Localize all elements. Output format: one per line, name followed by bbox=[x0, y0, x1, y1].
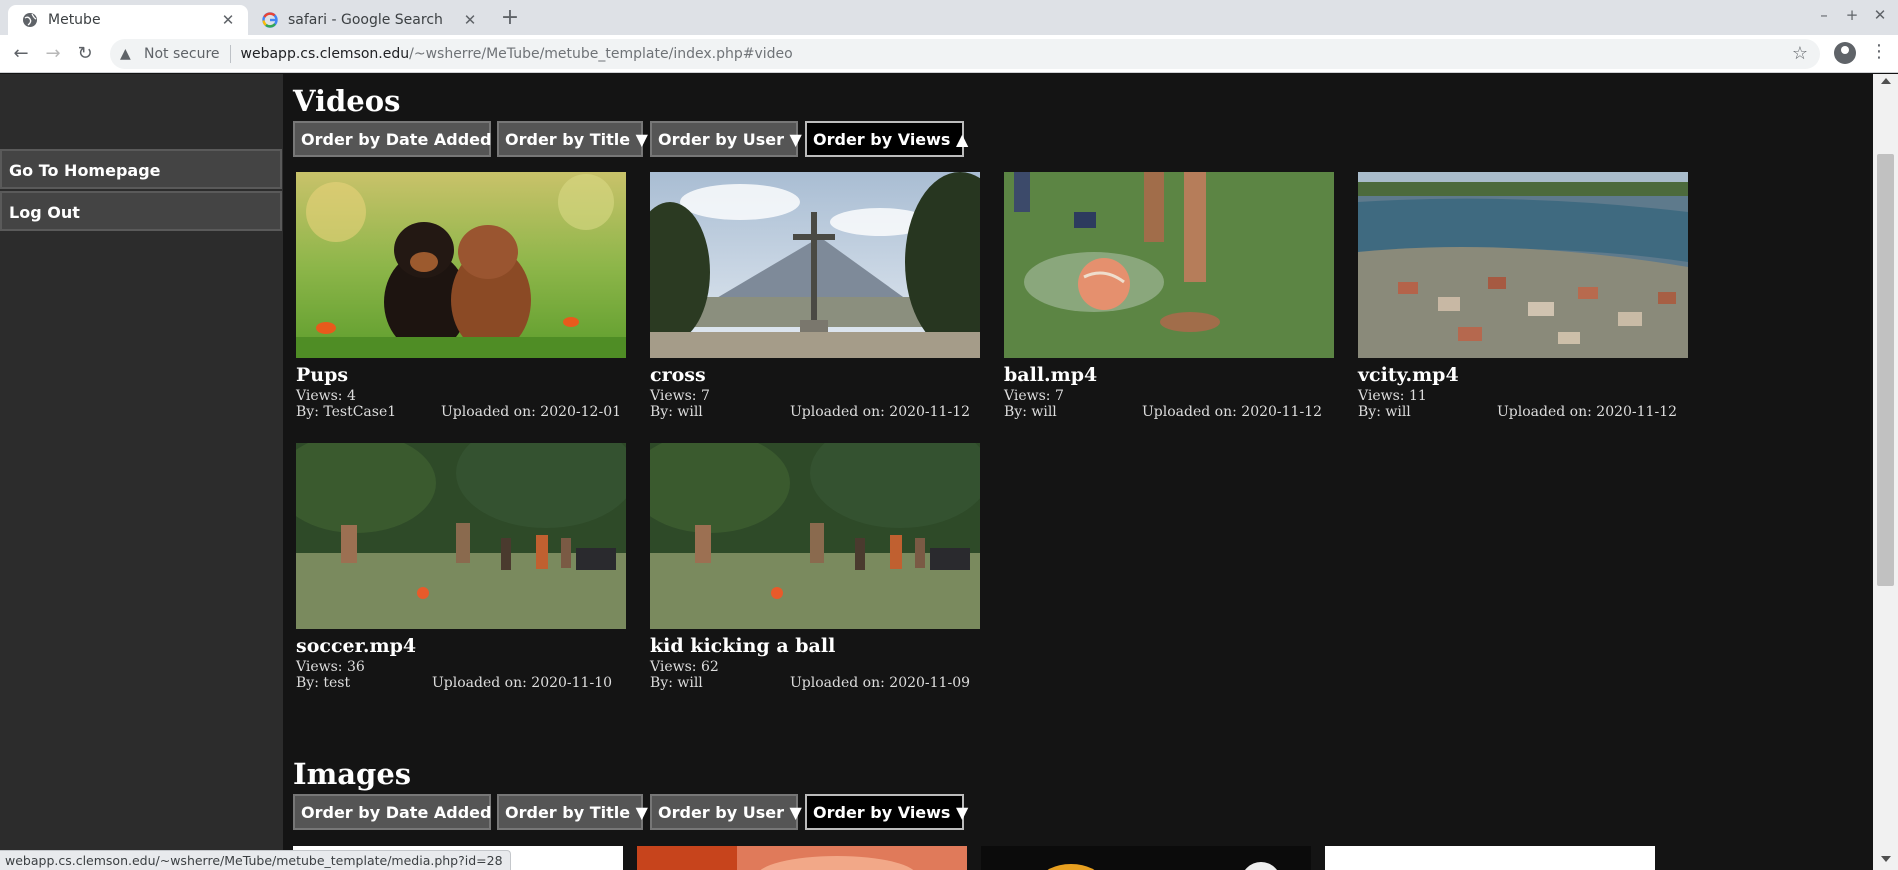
video-uploader: By: will bbox=[650, 675, 703, 691]
video-upload-date: Uploaded on: 2020-11-09 bbox=[790, 675, 971, 691]
video-thumbnail-puppies[interactable] bbox=[296, 172, 626, 358]
videos-heading: Videos bbox=[293, 84, 401, 118]
video-upload-date: Uploaded on: 2020-11-10 bbox=[432, 675, 613, 691]
video-upload-date: Uploaded on: 2020-11-12 bbox=[1142, 404, 1323, 420]
video-meta: By: will Uploaded on: 2020-11-09 bbox=[650, 675, 980, 693]
image-sort-date-button[interactable]: Order by Date Added ▼ bbox=[293, 794, 509, 830]
go-to-homepage-button[interactable]: Go To Homepage bbox=[0, 149, 282, 189]
window-close-icon[interactable]: ✕ bbox=[1868, 6, 1892, 24]
video-card[interactable]: ball.mp4 Views: 7 By: will Uploaded on: … bbox=[1004, 172, 1334, 422]
close-icon[interactable]: ✕ bbox=[218, 11, 238, 29]
tab-title: Metube bbox=[48, 12, 101, 28]
google-icon bbox=[262, 12, 278, 28]
warning-triangle-icon: ▲ bbox=[120, 46, 131, 62]
browser-tab-bar: Metube ✕ safari - Google Search ✕ + – + … bbox=[0, 0, 1898, 35]
video-meta: By: will Uploaded on: 2020-11-12 bbox=[1358, 404, 1688, 422]
video-uploader: By: will bbox=[650, 404, 703, 420]
profile-avatar-icon[interactable] bbox=[1834, 42, 1856, 64]
address-bar[interactable]: ▲ Not secure webapp.cs.clemson.edu /~wsh… bbox=[110, 39, 1820, 69]
video-uploader: By: test bbox=[296, 675, 351, 691]
log-out-button[interactable]: Log Out bbox=[0, 191, 282, 231]
close-icon[interactable]: ✕ bbox=[460, 11, 480, 29]
video-title[interactable]: kid kicking a ball bbox=[650, 635, 980, 657]
images-heading: Images bbox=[293, 757, 412, 791]
page-viewport: Go To Homepage Log Out Videos Order by D… bbox=[0, 74, 1898, 870]
video-uploader: By: will bbox=[1004, 404, 1057, 420]
scroll-down-arrow-icon[interactable] bbox=[1881, 856, 1891, 862]
video-views: Views: 7 bbox=[1004, 388, 1064, 404]
more-menu-icon[interactable]: ⋮ bbox=[1870, 41, 1888, 62]
status-bar-url: webapp.cs.clemson.edu/~wsherre/MeTube/me… bbox=[0, 850, 511, 870]
video-uploader: By: TestCase1 bbox=[296, 404, 397, 420]
video-thumbnail-city[interactable] bbox=[1358, 172, 1688, 358]
video-card[interactable]: soccer.mp4 Views: 36 By: test Uploaded o… bbox=[296, 443, 626, 693]
video-thumbnail-ball[interactable] bbox=[1004, 172, 1334, 358]
video-card[interactable]: vcity.mp4 Views: 11 By: will Uploaded on… bbox=[1358, 172, 1688, 422]
image-thumbnail[interactable] bbox=[1325, 846, 1655, 870]
tab-metube[interactable]: Metube ✕ bbox=[8, 5, 248, 35]
video-meta: By: will Uploaded on: 2020-11-12 bbox=[650, 404, 980, 422]
video-meta: By: test Uploaded on: 2020-11-10 bbox=[296, 675, 626, 693]
security-label: Not secure bbox=[144, 46, 220, 62]
video-uploader: By: will bbox=[1358, 404, 1411, 420]
image-thumbnail[interactable] bbox=[981, 846, 1311, 870]
minimize-icon[interactable]: – bbox=[1812, 6, 1836, 24]
new-tab-button[interactable]: + bbox=[497, 6, 523, 32]
browser-toolbar: ← → ↻ ▲ Not secure webapp.cs.clemson.edu… bbox=[0, 35, 1898, 73]
video-card[interactable]: cross Views: 7 By: will Uploaded on: 202… bbox=[650, 172, 980, 422]
video-sort-views-button[interactable]: Order by Views ▲ bbox=[805, 121, 968, 157]
video-upload-date: Uploaded on: 2020-12-01 bbox=[441, 404, 622, 420]
image-sort-user-button[interactable]: Order by User ▼ bbox=[650, 794, 802, 830]
video-title[interactable]: Pups bbox=[296, 364, 626, 386]
page-scrollbar[interactable] bbox=[1873, 74, 1898, 870]
video-views: Views: 36 bbox=[296, 659, 365, 675]
video-upload-date: Uploaded on: 2020-11-12 bbox=[1497, 404, 1678, 420]
video-views: Views: 62 bbox=[650, 659, 719, 675]
video-title[interactable]: cross bbox=[650, 364, 980, 386]
globe-icon bbox=[22, 12, 38, 28]
video-thumbnail-kid-kicking-ball[interactable] bbox=[650, 443, 980, 629]
image-thumbnail[interactable] bbox=[637, 846, 967, 870]
video-card[interactable]: kid kicking a ball Views: 62 By: will Up… bbox=[650, 443, 980, 693]
video-title[interactable]: vcity.mp4 bbox=[1358, 364, 1688, 386]
address-divider bbox=[229, 45, 231, 63]
video-meta: By: will Uploaded on: 2020-11-12 bbox=[1004, 404, 1334, 422]
bookmark-star-icon[interactable]: ☆ bbox=[1792, 43, 1808, 64]
video-sort-title-button[interactable]: Order by Title ▼ bbox=[497, 121, 648, 157]
forward-arrow-icon[interactable]: → bbox=[40, 41, 66, 67]
url-path: /~wsherre/MeTube/metube_template/index.p… bbox=[409, 46, 793, 62]
image-sort-views-button[interactable]: Order by Views ▼ bbox=[805, 794, 968, 830]
main-content: Videos Order by Date Added ▼ Order by Ti… bbox=[283, 74, 1873, 870]
scroll-thumb[interactable] bbox=[1877, 154, 1894, 586]
maximize-icon[interactable]: + bbox=[1840, 6, 1864, 24]
tab-google-search[interactable]: safari - Google Search ✕ bbox=[248, 5, 490, 35]
video-views: Views: 7 bbox=[650, 388, 710, 404]
video-card[interactable]: Pups Views: 4 By: TestCase1 Uploaded on:… bbox=[296, 172, 626, 422]
video-views: Views: 11 bbox=[1358, 388, 1427, 404]
video-sort-date-button[interactable]: Order by Date Added ▼ bbox=[293, 121, 509, 157]
video-sort-user-button[interactable]: Order by User ▼ bbox=[650, 121, 802, 157]
sidebar: Go To Homepage Log Out bbox=[0, 74, 283, 870]
scroll-up-arrow-icon[interactable] bbox=[1881, 78, 1891, 84]
video-thumbnail-soccer[interactable] bbox=[296, 443, 626, 629]
video-meta: By: TestCase1 Uploaded on: 2020-12-01 bbox=[296, 404, 626, 422]
back-arrow-icon[interactable]: ← bbox=[8, 41, 34, 67]
video-title[interactable]: soccer.mp4 bbox=[296, 635, 626, 657]
video-title[interactable]: ball.mp4 bbox=[1004, 364, 1334, 386]
reload-icon[interactable]: ↻ bbox=[72, 41, 98, 67]
tab-title: safari - Google Search bbox=[288, 12, 443, 28]
image-sort-title-button[interactable]: Order by Title ▼ bbox=[497, 794, 648, 830]
video-views: Views: 4 bbox=[296, 388, 356, 404]
video-upload-date: Uploaded on: 2020-11-12 bbox=[790, 404, 971, 420]
url-host: webapp.cs.clemson.edu bbox=[240, 46, 410, 62]
video-thumbnail-cross[interactable] bbox=[650, 172, 980, 358]
